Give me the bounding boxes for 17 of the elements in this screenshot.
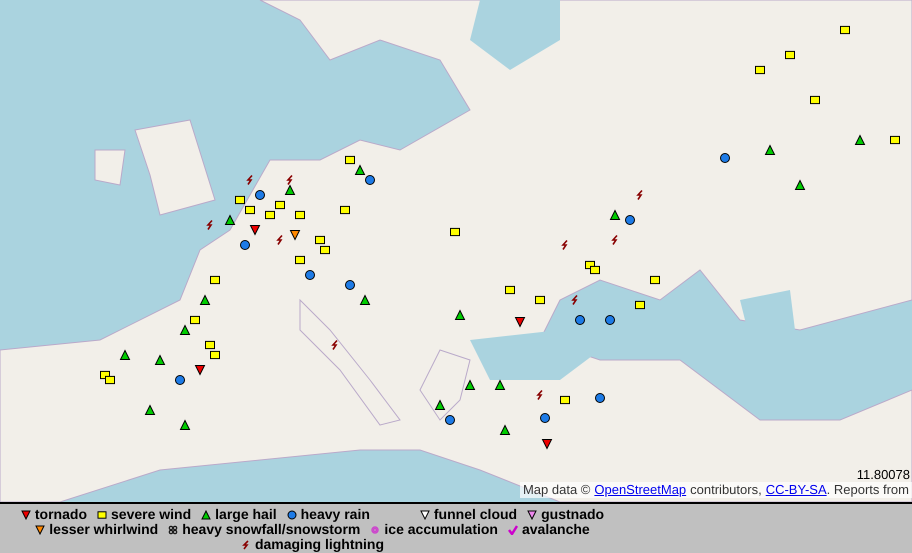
legend-label: funnel cloud bbox=[434, 507, 518, 522]
coordinate-readout: 11.80078 bbox=[856, 468, 910, 481]
legend-label: avalanche bbox=[522, 522, 590, 537]
legend-label: gustnado bbox=[541, 507, 604, 522]
openstreetmap-link[interactable]: OpenStreetMap bbox=[594, 482, 686, 498]
license-link[interactable]: CC-BY-SA bbox=[766, 482, 827, 498]
legend-label: damaging lightning bbox=[254, 537, 384, 552]
legend-label: heavy rain bbox=[300, 507, 370, 522]
legend-label: ice accumulation bbox=[384, 522, 498, 537]
attribution-text: Map data © bbox=[522, 482, 590, 498]
legend-label: large hail bbox=[215, 507, 277, 522]
attribution-text: . Reports from bbox=[826, 482, 909, 498]
legend-label: severe wind bbox=[111, 507, 192, 522]
attribution-text: contributors, bbox=[690, 482, 762, 498]
legend-label: tornado bbox=[34, 507, 87, 522]
legend-label: heavy snowfall/snowstorm bbox=[182, 522, 360, 537]
legend-label: lesser whirlwind bbox=[49, 522, 158, 537]
